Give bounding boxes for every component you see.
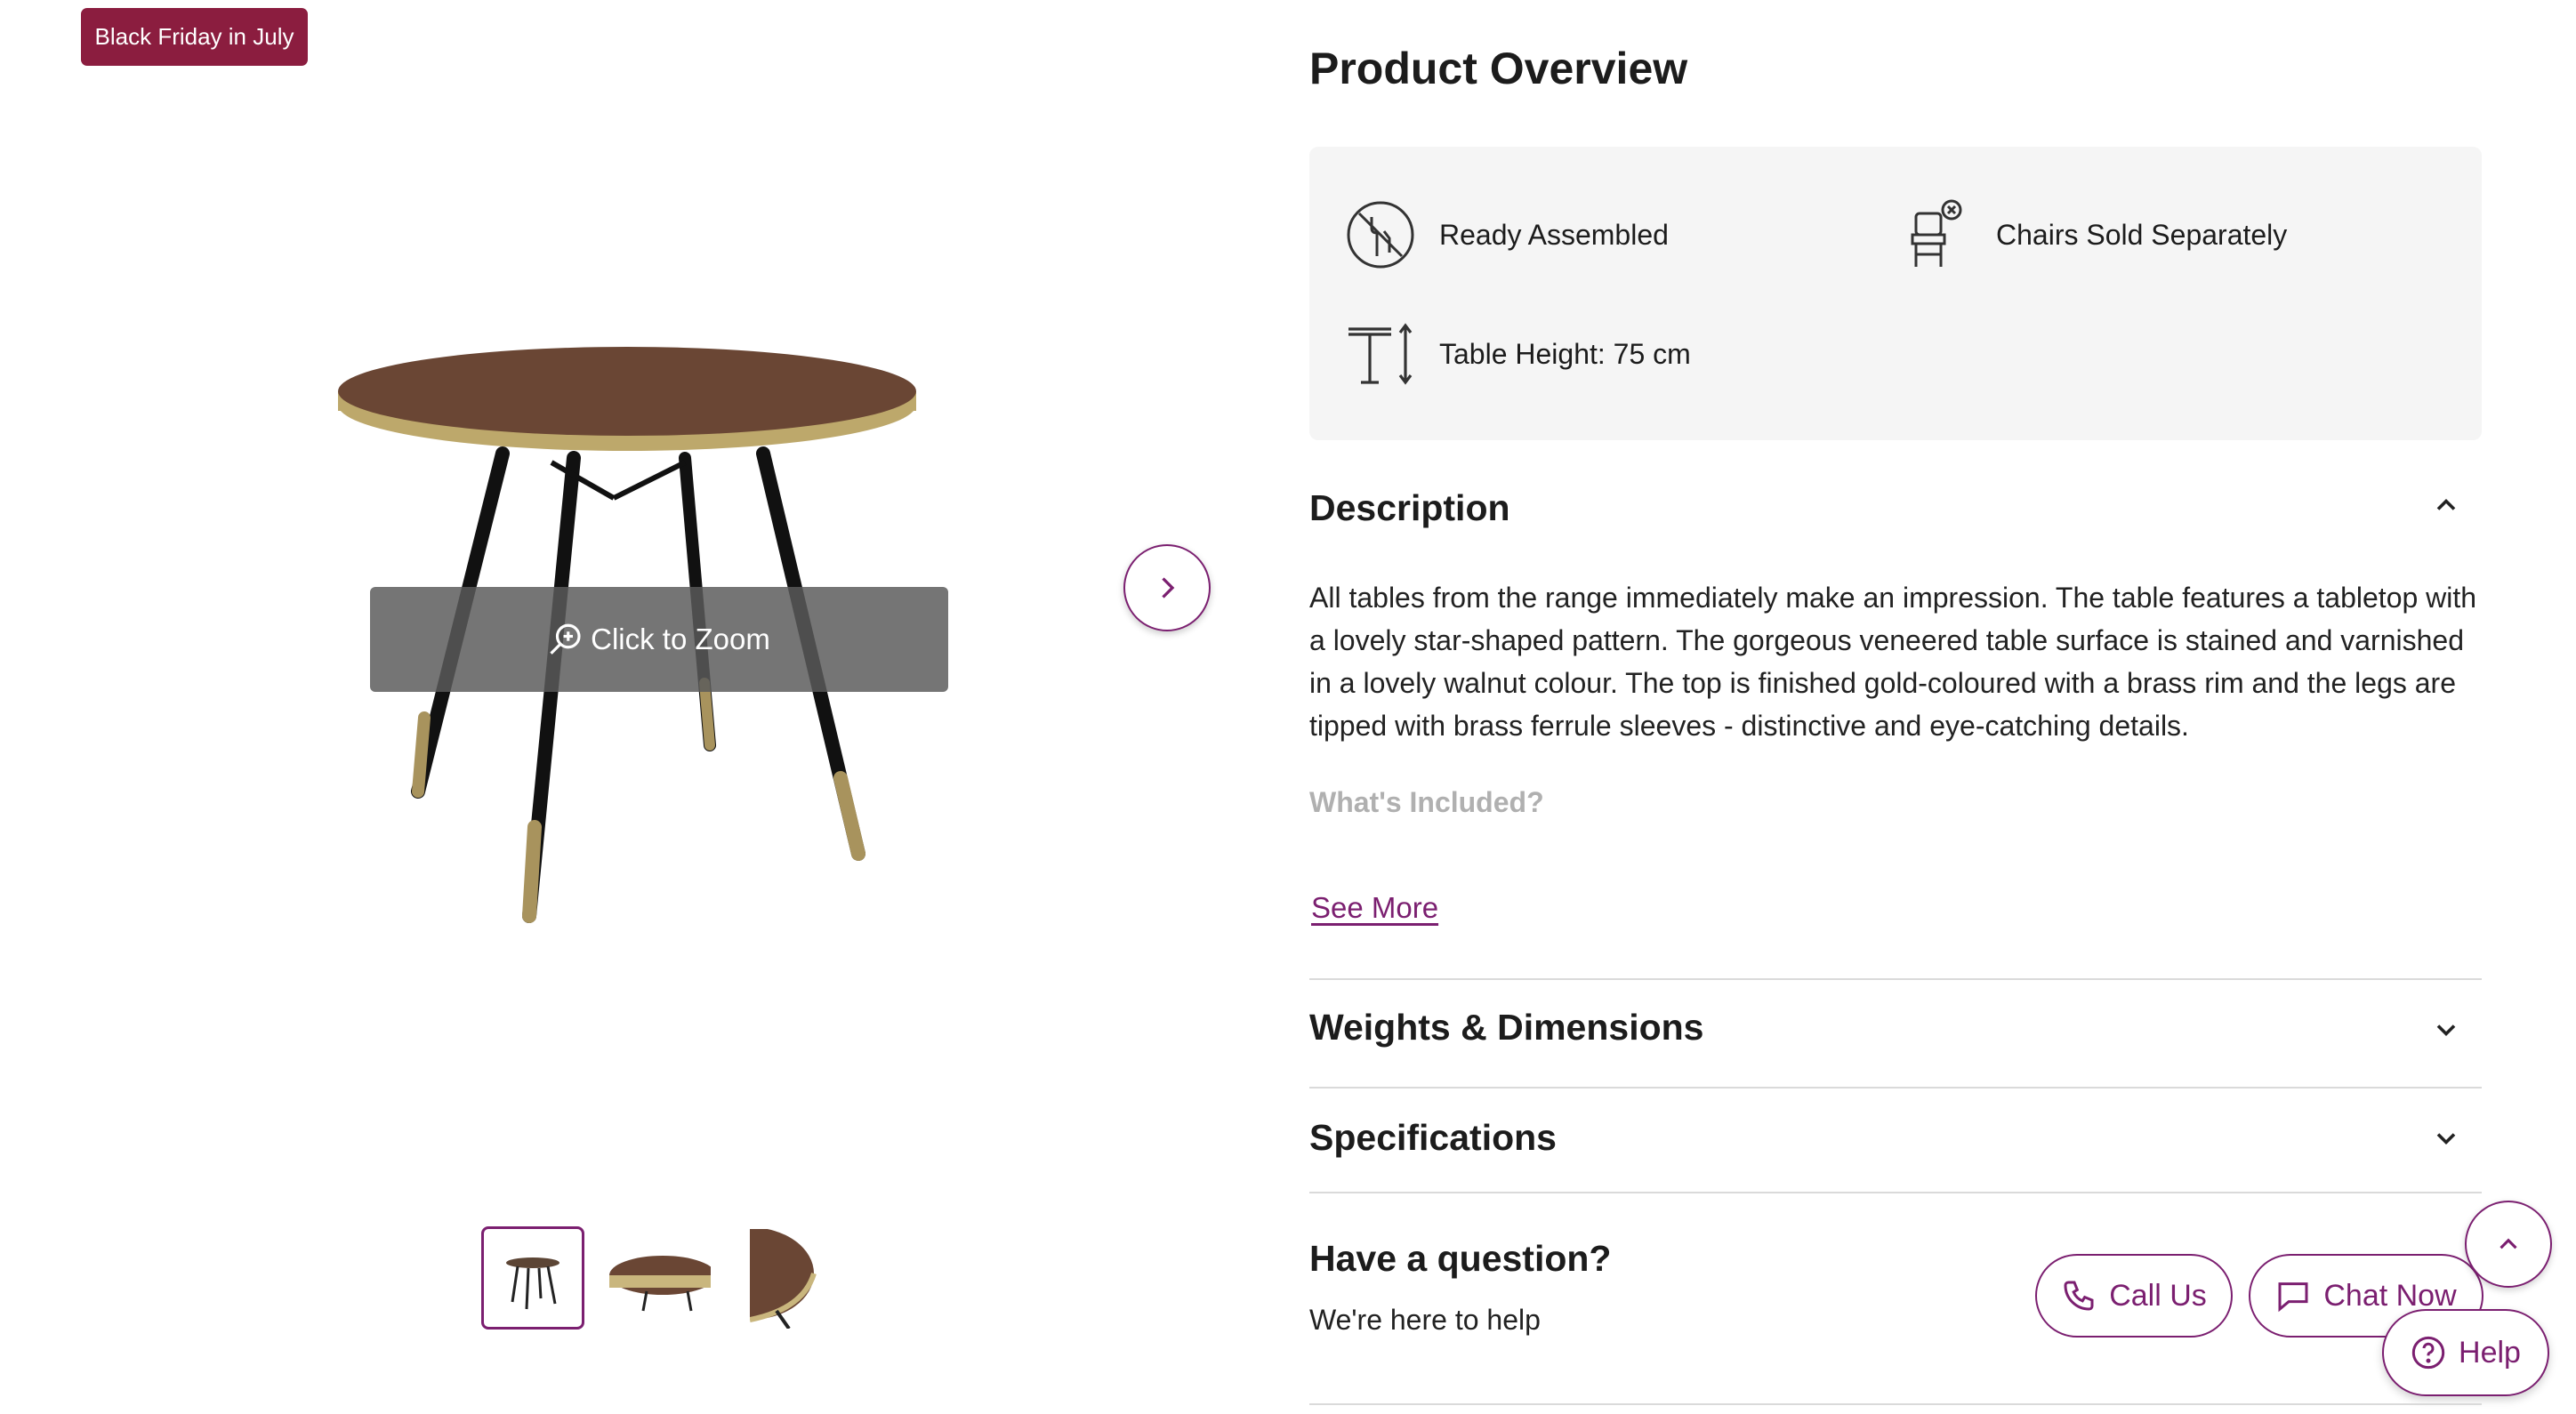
feature-label: Ready Assembled: [1439, 218, 1669, 251]
chat-icon: [2278, 1282, 2308, 1313]
promo-badge: Black Friday in July: [81, 8, 308, 66]
chevron-up-icon: [2500, 1238, 2517, 1249]
thumbnail-2[interactable]: [609, 1229, 711, 1329]
features-panel: [1309, 147, 2482, 440]
help-label: Help: [2459, 1335, 2521, 1370]
specifications-toggle[interactable]: Specifications: [1309, 1117, 1557, 1159]
chair-excluded-icon: [1911, 199, 1962, 267]
product-overview-title: Product Overview: [1309, 44, 1688, 93]
see-more-link[interactable]: See More: [1311, 891, 1438, 925]
help-button[interactable]: Help: [2382, 1309, 2549, 1396]
chevron-down-icon[interactable]: [2430, 1122, 2462, 1154]
weights-dimensions-toggle[interactable]: Weights & Dimensions: [1309, 1007, 1703, 1048]
description-toggle[interactable]: Description: [1309, 487, 1510, 529]
call-us-label: Call Us: [2109, 1278, 2207, 1313]
description-text: All tables from the range immediately ma…: [1309, 582, 2477, 742]
table-height-icon: [1348, 323, 1413, 385]
chevron-down-icon[interactable]: [2430, 1014, 2462, 1046]
chevron-up-icon[interactable]: [2430, 489, 2462, 521]
next-image-button[interactable]: [1123, 544, 1211, 631]
call-us-button[interactable]: Call Us: [2035, 1254, 2233, 1338]
feature-label: Chairs Sold Separately: [1996, 218, 2288, 251]
phone-icon: [2064, 1281, 2094, 1311]
divider: [1309, 1403, 2482, 1405]
zoom-in-icon: [550, 623, 581, 655]
question-circle-icon: [2411, 1336, 2445, 1370]
chat-now-label: Chat Now: [2323, 1278, 2457, 1313]
divider: [1309, 1087, 2482, 1089]
scroll-to-top-button[interactable]: [2465, 1201, 2552, 1288]
thumbnail-1[interactable]: [481, 1226, 584, 1330]
chevron-right-icon: [1162, 577, 1175, 599]
feature-table-height: Table Height: 75 cm: [1345, 318, 1691, 390]
feature-ready-assembled: Ready Assembled: [1345, 199, 1669, 270]
feature-label: Table Height: 75 cm: [1439, 337, 1691, 370]
zoom-label: Click to Zoom: [591, 623, 770, 655]
whats-included-heading: What's Included?: [1309, 786, 1544, 818]
question-subtitle: We're here to help: [1309, 1304, 1541, 1336]
tools-crossed-icon: [1347, 201, 1414, 269]
divider: [1309, 1192, 2482, 1193]
thumbnail-3[interactable]: [750, 1229, 819, 1329]
click-to-zoom-button[interactable]: Click to Zoom: [370, 587, 948, 692]
feature-chairs-sold-separately: Chairs Sold Separately: [1902, 199, 2287, 270]
divider: [1309, 978, 2482, 980]
question-heading: Have a question?: [1309, 1238, 1612, 1279]
